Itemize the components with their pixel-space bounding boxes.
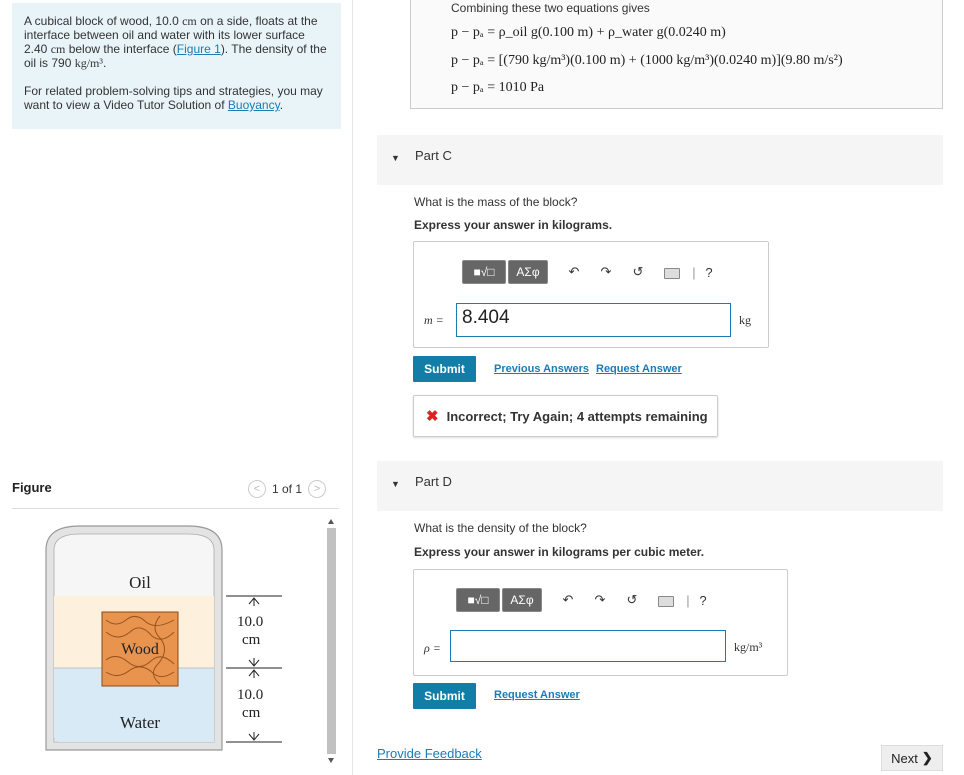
- dim-bottom-unit: cm: [242, 705, 261, 721]
- equation-3: p − pₐ = 1010 Pa: [451, 80, 545, 95]
- help-icon[interactable]: ?: [702, 265, 716, 280]
- previous-answers-link[interactable]: Previous Answers: [494, 363, 589, 375]
- figure-scrollbar[interactable]: [325, 514, 337, 768]
- part-c-submit-button[interactable]: Submit: [413, 356, 476, 382]
- density-input[interactable]: [450, 630, 726, 662]
- figure-link[interactable]: Figure 1: [177, 42, 221, 56]
- tips-text: For related problem-solving tips and str…: [24, 84, 323, 112]
- solution-box: Combining these two equations gives p − …: [410, 0, 943, 109]
- incorrect-feedback: ✖ Incorrect; Try Again; 4 attempts remai…: [413, 395, 718, 437]
- density-unit: kg/m³: [734, 640, 763, 654]
- part-c-instruction: Express your answer in kilograms.: [414, 218, 613, 232]
- error-x-icon: ✖: [426, 408, 439, 425]
- beaker-figure: Oil Wood Water 10.0 cm 10.0 cm: [45, 525, 282, 751]
- part-d-header[interactable]: ▼ Part D: [377, 461, 943, 511]
- chevron-right-icon[interactable]: >: [308, 480, 327, 498]
- part-c-question: What is the mass of the block?: [414, 195, 578, 209]
- buoyancy-link[interactable]: Buoyancy: [228, 98, 280, 112]
- divider: |: [692, 264, 696, 280]
- part-c-request-answer-link[interactable]: Request Answer: [596, 363, 682, 375]
- part-d-request-answer-link[interactable]: Request Answer: [494, 689, 580, 701]
- collapse-triangle-icon: ▼: [391, 479, 400, 489]
- divider: |: [686, 592, 690, 608]
- figure-divider: [12, 508, 339, 509]
- chevron-right-icon: ❯: [921, 750, 933, 765]
- part-d-toolbar: ■√□ ΑΣφ ↶ ↷ ↺ | ?: [456, 588, 710, 612]
- help-icon[interactable]: ?: [696, 593, 710, 608]
- part-d-submit-button[interactable]: Submit: [413, 683, 476, 709]
- keyboard-icon[interactable]: [658, 265, 686, 280]
- part-d-question: What is the density of the block?: [414, 521, 587, 535]
- undo-icon[interactable]: ↶: [560, 264, 588, 280]
- reset-icon[interactable]: ↺: [618, 592, 646, 608]
- combine-intro: Combining these two equations gives: [451, 1, 650, 15]
- templates-icon[interactable]: ■√□: [462, 260, 506, 284]
- equation-1: p − pₐ = ρ_oil g(0.100 m) + ρ_water g(0.…: [451, 25, 726, 40]
- templates-icon[interactable]: ■√□: [456, 588, 500, 612]
- greek-symbols-icon[interactable]: ΑΣφ: [502, 588, 542, 612]
- wood-label: Wood: [121, 641, 159, 658]
- redo-icon[interactable]: ↷: [592, 264, 620, 280]
- part-c-toolbar: ■√□ ΑΣφ ↶ ↷ ↺ | ?: [462, 260, 716, 284]
- dim-top-value: 10.0: [237, 614, 263, 630]
- oil-label: Oil: [129, 573, 151, 592]
- reset-icon[interactable]: ↺: [624, 264, 652, 280]
- problem-text: A cubical block of wood, 10.0 cm on a si…: [24, 14, 327, 70]
- chevron-left-icon[interactable]: <: [248, 480, 266, 498]
- provide-feedback-link[interactable]: Provide Feedback: [377, 746, 482, 761]
- dim-bottom-value: 10.0: [237, 687, 263, 703]
- redo-icon[interactable]: ↷: [586, 592, 614, 608]
- mass-input[interactable]: 8.404: [456, 303, 731, 337]
- part-c-answer-box: ■√□ ΑΣφ ↶ ↷ ↺ | ? m = 8.404 kg: [413, 241, 769, 348]
- mass-variable: m =: [424, 313, 444, 327]
- greek-symbols-icon[interactable]: ΑΣφ: [508, 260, 548, 284]
- undo-icon[interactable]: ↶: [554, 592, 582, 608]
- part-c-header[interactable]: ▼ Part C: [377, 135, 943, 185]
- figure-title: Figure: [12, 480, 52, 495]
- collapse-triangle-icon: ▼: [391, 153, 400, 163]
- figure-page-count: 1 of 1: [272, 482, 303, 496]
- figure-pager: < 1 of 1 >: [248, 480, 327, 498]
- problem-statement: A cubical block of wood, 10.0 cm on a si…: [12, 3, 341, 129]
- panel-separator: [352, 0, 353, 775]
- next-button[interactable]: Next ❯: [881, 745, 943, 771]
- equation-2: p − pₐ = [(790 kg/m³)(0.100 m) + (1000 k…: [451, 53, 843, 68]
- mass-unit: kg: [739, 313, 751, 327]
- part-d-instruction: Express your answer in kilograms per cub…: [414, 545, 705, 559]
- part-d-answer-box: ■√□ ΑΣφ ↶ ↷ ↺ | ? ρ = kg/m³: [413, 569, 788, 676]
- density-variable: ρ =: [424, 641, 441, 655]
- water-label: Water: [120, 713, 160, 732]
- dim-top-unit: cm: [242, 632, 261, 648]
- scroll-thumb[interactable]: [327, 528, 336, 754]
- keyboard-icon[interactable]: [652, 593, 680, 608]
